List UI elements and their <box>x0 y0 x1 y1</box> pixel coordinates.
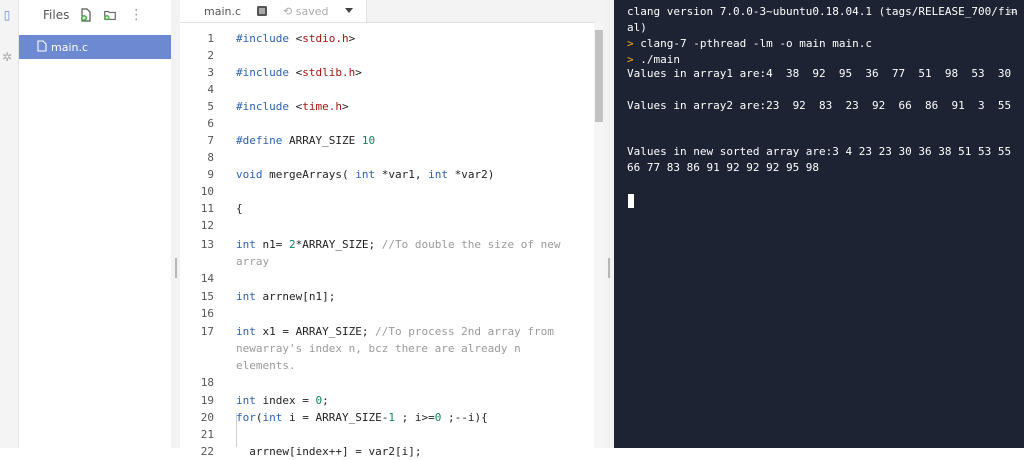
line-number: 22 <box>200 445 214 458</box>
line-number: 6 <box>207 117 214 130</box>
code-line: { <box>236 202 243 215</box>
code-line: #include <stdlib.h> <box>236 66 362 79</box>
editor-scrollbar[interactable] <box>594 22 604 448</box>
line-number: 20 <box>200 411 214 424</box>
console-command: > clang-7 -pthread -lm -o main main.c <box>627 37 873 50</box>
files-header: Files ⋮ <box>19 0 171 30</box>
prompt-icon: > <box>627 37 641 50</box>
editor-tabbar: main.c ⟲ saved <box>180 0 604 23</box>
line-number: 2 <box>207 49 214 62</box>
save-status: ⟲ saved <box>283 5 328 18</box>
file-item-label: main.c <box>51 40 89 54</box>
chevron-down-icon[interactable] <box>342 4 356 18</box>
files-panel: Files ⋮ main.c <box>19 0 172 448</box>
document-icon <box>37 39 47 55</box>
file-item-main-c[interactable]: main.c <box>19 35 171 59</box>
line-number: 12 <box>200 219 214 232</box>
line-number: 15 <box>200 290 214 303</box>
terminal-cursor <box>628 194 634 208</box>
line-number: 5 <box>207 100 214 113</box>
file-icon[interactable]: ▯ <box>0 8 14 22</box>
console-output: Values in array1 are:4 38 92 95 36 77 51… <box>627 67 1012 80</box>
code-line: int arrnew[n1]; <box>236 290 336 303</box>
line-number: 3 <box>207 66 214 79</box>
line-number: 8 <box>207 151 214 164</box>
line-number: 7 <box>207 134 214 147</box>
resize-handle-2[interactable] <box>608 258 610 278</box>
more-options-icon[interactable]: ⋮ <box>129 7 143 23</box>
code-line: int n1= 2*ARRAY_SIZE; //To double the si… <box>236 238 568 268</box>
line-number: 17 <box>200 325 214 338</box>
console-output: clang version 7.0.0-3~ubuntu0.18.04.1 (t… <box>627 5 1018 34</box>
line-number: 11 <box>200 202 214 215</box>
indent-guide <box>236 413 237 447</box>
code-editor: main.c ⟲ saved 1 #include <stdio.h> 2 3 #inc… <box>180 0 604 458</box>
icon-rail: ▯ ✲ <box>0 0 19 448</box>
line-number: 14 <box>200 272 214 285</box>
format-icon[interactable] <box>255 4 269 18</box>
code-area[interactable]: 1 #include <stdio.h> 2 3 #include <stdlib.h>… <box>180 22 594 458</box>
line-number: 1 <box>207 32 214 45</box>
line-number: 18 <box>200 376 214 389</box>
console-output: Values in array2 are:23 92 83 23 92 66 8… <box>627 99 1012 112</box>
scrollbar-thumb[interactable] <box>595 30 603 122</box>
code-line: arrnew[index++] = var2[i]; <box>236 445 422 458</box>
line-number: 9 <box>207 168 214 181</box>
code-line: #include <stdio.h> <box>236 32 356 45</box>
tab-label: main.c <box>204 4 242 18</box>
code-line: int x1 = ARRAY_SIZE; //To process 2nd ar… <box>236 325 561 372</box>
resize-handle[interactable] <box>175 258 177 278</box>
history-icon: ⟲ <box>283 4 293 18</box>
code-line: int index = 0; <box>236 394 329 407</box>
line-number: 13 <box>200 238 214 251</box>
console-panel[interactable]: ▭ clang version 7.0.0-3~ubuntu0.18.04.1 … <box>614 0 1024 448</box>
console-output: Values in new sorted array are:3 4 23 23… <box>627 145 1018 174</box>
prompt-icon: > <box>627 53 641 66</box>
line-number: 4 <box>207 83 214 96</box>
line-number: 10 <box>200 185 214 198</box>
code-line: for(int i = ARRAY_SIZE-1 ; i>=0 ;--i){ <box>236 411 488 424</box>
panel-divider[interactable] <box>171 0 180 448</box>
code-line: #include <time.h> <box>236 100 349 113</box>
add-file-icon[interactable] <box>79 8 93 22</box>
files-title: Files <box>43 8 70 22</box>
save-status-label: saved <box>295 4 329 18</box>
line-number: 21 <box>200 428 214 441</box>
tab-main-c[interactable]: main.c ⟲ saved <box>180 0 368 22</box>
code-line: void mergeArrays( int *var1, int *var2) <box>236 168 495 181</box>
line-number: 16 <box>200 307 214 320</box>
settings-icon[interactable]: ✲ <box>0 50 14 64</box>
code-line: #define ARRAY_SIZE 10 <box>236 134 376 147</box>
line-number: 19 <box>200 394 214 407</box>
panel-divider-2[interactable] <box>604 0 614 448</box>
add-folder-icon[interactable] <box>103 8 117 22</box>
